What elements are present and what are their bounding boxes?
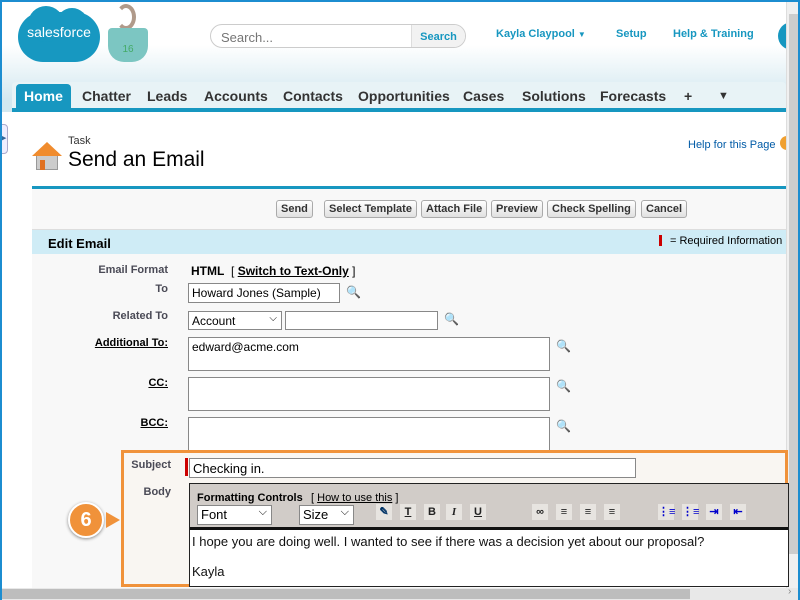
plus-icon[interactable]: +: [684, 88, 692, 104]
steam-icon: [116, 4, 136, 30]
formatting-controls-label: Formatting Controls: [197, 492, 303, 504]
help-training-link[interactable]: Help & Training: [673, 28, 754, 40]
chevron-down-icon: ▼: [577, 30, 586, 39]
search-input[interactable]: [221, 28, 411, 46]
task-house-icon: [32, 142, 64, 172]
highlight-color-icon[interactable]: ✎: [376, 504, 392, 520]
user-menu[interactable]: Kayla Claypool ▼: [496, 28, 586, 40]
tab-leads[interactable]: Leads: [147, 88, 187, 104]
lookup-icon[interactable]: 🔍: [346, 285, 361, 299]
callout-badge: 6: [68, 502, 104, 538]
related-to-select[interactable]: Account ⌵: [188, 311, 282, 330]
indent-icon[interactable]: ⇥: [706, 504, 722, 520]
section-header: Edit Email = Required Information: [32, 229, 786, 254]
cc-link[interactable]: CC:: [88, 377, 168, 389]
tab-cases[interactable]: Cases: [463, 88, 504, 104]
related-to-field[interactable]: [285, 311, 438, 330]
outdent-icon[interactable]: ⇤: [730, 504, 746, 520]
lookup-icon[interactable]: 🔍: [444, 312, 459, 326]
font-select[interactable]: Font ⌵: [197, 505, 272, 525]
search-box: Search: [210, 24, 466, 48]
tab-chatter[interactable]: Chatter: [82, 88, 131, 104]
italic-icon[interactable]: I: [446, 504, 462, 520]
sidebar-toggle[interactable]: ▶: [0, 124, 8, 154]
salesforce-logo[interactable]: salesforce: [18, 6, 100, 62]
cancel-button[interactable]: Cancel: [641, 200, 688, 218]
send-button[interactable]: Send: [276, 200, 313, 218]
chevron-down-icon: ⌵: [258, 506, 267, 518]
align-right-icon[interactable]: ≡: [604, 504, 620, 520]
how-to-use: [ How to use this ]: [311, 492, 399, 504]
body-label: Body: [143, 486, 172, 498]
mascot-mug-icon: 16: [108, 28, 148, 62]
switch-text-only-link[interactable]: Switch to Text-Only: [238, 264, 349, 278]
callout-pointer: [106, 512, 120, 528]
email-format-value: HTML [ Switch to Text-Only ]: [191, 264, 356, 278]
chevron-right-icon[interactable]: ›: [788, 586, 791, 597]
to-field[interactable]: Howard Jones (Sample): [188, 283, 340, 303]
help-page-link[interactable]: Help for this Page: [688, 139, 775, 151]
subject-field[interactable]: Checking in.: [189, 458, 636, 478]
size-select[interactable]: Size ⌵: [299, 505, 354, 525]
required-marker: [659, 235, 662, 246]
link-icon[interactable]: ∞: [532, 504, 548, 520]
underline-icon[interactable]: U: [470, 504, 486, 520]
more-tabs-icon[interactable]: ▼: [718, 90, 729, 102]
align-center-icon[interactable]: ≡: [580, 504, 596, 520]
preview-button[interactable]: Preview: [491, 200, 543, 218]
tab-accounts[interactable]: Accounts: [204, 88, 268, 104]
cc-field[interactable]: [188, 377, 550, 411]
section-title: Edit Email: [48, 236, 111, 251]
tab-bar: Home Chatter Leads Accounts Contacts Opp…: [12, 82, 786, 112]
align-left-icon[interactable]: ≡: [556, 504, 572, 520]
additional-to-link[interactable]: Additional To:: [88, 337, 168, 349]
text-color-icon[interactable]: T: [400, 504, 416, 520]
additional-to-field[interactable]: edward@acme.com: [188, 337, 550, 371]
scrollbar-thumb[interactable]: [789, 14, 798, 554]
attach-file-button[interactable]: Attach File: [421, 200, 488, 218]
email-format-label: Email Format: [98, 264, 168, 276]
bcc-link[interactable]: BCC:: [88, 417, 169, 429]
body-editor: Formatting Controls [ How to use this ] …: [189, 483, 789, 587]
to-label: To: [155, 283, 168, 295]
tab-solutions[interactable]: Solutions: [522, 88, 586, 104]
check-spelling-button[interactable]: Check Spelling: [547, 200, 636, 218]
tab-forecasts[interactable]: Forecasts: [600, 88, 666, 104]
lookup-icon[interactable]: 🔍: [556, 379, 571, 393]
required-marker: [185, 458, 188, 476]
scrollbar-thumb[interactable]: [0, 589, 690, 599]
select-template-button[interactable]: Select Template: [324, 200, 417, 218]
bullet-list-icon[interactable]: ⋮≡: [658, 504, 675, 520]
numbered-list-icon[interactable]: ⋮≡: [682, 504, 699, 520]
body-text[interactable]: I hope you are doing well. I wanted to s…: [192, 534, 704, 579]
chevron-down-icon: ⌵: [340, 506, 349, 518]
tab-opportunities[interactable]: Opportunities: [358, 88, 450, 104]
how-to-use-link[interactable]: How to use this: [317, 492, 392, 504]
lookup-icon[interactable]: 🔍: [556, 339, 571, 353]
setup-link[interactable]: Setup: [616, 28, 647, 40]
horizontal-scrollbar[interactable]: ›: [0, 586, 800, 600]
bcc-field[interactable]: [188, 417, 550, 451]
page-title: Send an Email: [68, 148, 205, 171]
bold-icon[interactable]: B: [424, 504, 440, 520]
page-type: Task: [68, 135, 91, 147]
chevron-down-icon: ⌵: [269, 313, 277, 324]
related-to-label: Related To: [112, 310, 168, 322]
tab-home[interactable]: Home: [16, 84, 71, 108]
subject-label: Subject: [131, 459, 171, 471]
lookup-icon[interactable]: 🔍: [556, 419, 571, 433]
search-button[interactable]: Search: [411, 25, 465, 47]
required-legend: = Required Information: [670, 235, 783, 247]
tab-contacts[interactable]: Contacts: [283, 88, 343, 104]
